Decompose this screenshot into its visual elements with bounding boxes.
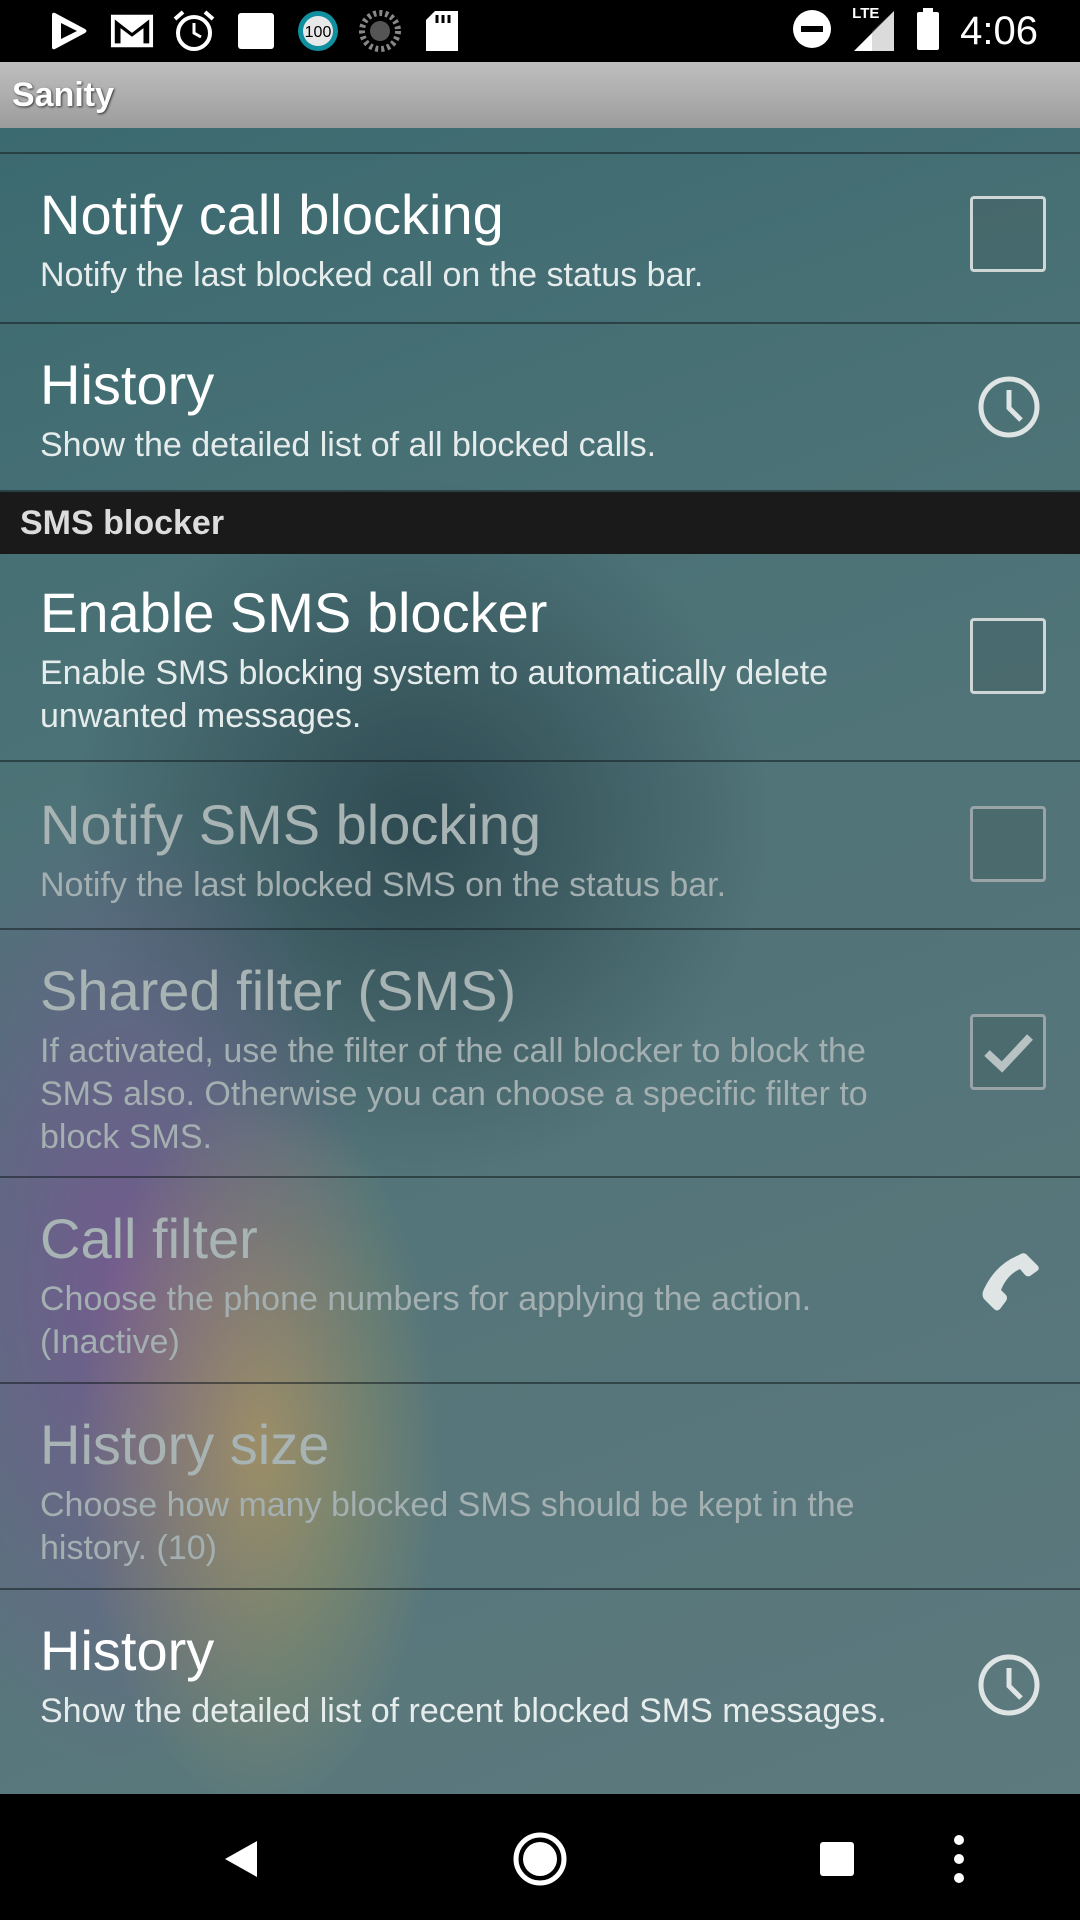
lte-signal-icon: LTE	[852, 5, 896, 53]
pref-title: History	[40, 1619, 215, 1682]
checkmark-icon	[984, 1034, 1033, 1073]
pref-title: History	[40, 353, 215, 416]
recents-icon[interactable]	[802, 1824, 872, 1894]
pref-summary: Choose the phone numbers for applying th…	[40, 1280, 812, 1361]
partial-row-top	[0, 128, 1080, 154]
sd-card-icon	[420, 9, 464, 53]
pref-call-history[interactable]: History Show the detailed list of all bl…	[0, 324, 1080, 492]
phone-icon	[974, 1246, 1044, 1316]
play-store-icon	[48, 9, 92, 53]
pref-history-size[interactable]: History size Choose how many blocked SMS…	[0, 1384, 1080, 1590]
category-label: SMS blocker	[20, 503, 225, 542]
shared-filter-checkbox[interactable]	[970, 1014, 1046, 1090]
notify-sms-checkbox[interactable]	[970, 806, 1046, 882]
gmail-icon	[110, 9, 154, 53]
pref-title: Call filter	[40, 1207, 258, 1270]
pref-notify-call-blocking[interactable]: Notify call blocking Notify the last blo…	[0, 154, 1080, 324]
pref-title: Notify SMS blocking	[40, 793, 542, 856]
pref-sms-history[interactable]: History Show the detailed list of recent…	[0, 1590, 1080, 1794]
back-icon[interactable]	[206, 1824, 276, 1894]
status-bar: 100 LTE 4:06	[0, 0, 1080, 62]
pref-summary: Show the detailed list of all blocked ca…	[40, 426, 657, 464]
lte-label: LTE	[852, 5, 880, 22]
home-icon[interactable]	[505, 1824, 575, 1894]
pref-summary: Choose how many blocked SMS should be ke…	[40, 1486, 855, 1567]
navigation-bar	[0, 1794, 1080, 1920]
system-icons: LTE 4:06	[792, 5, 1038, 55]
square-icon	[234, 9, 278, 53]
clock-icon	[974, 372, 1044, 442]
pref-call-filter[interactable]: Call filter Choose the phone numbers for…	[0, 1178, 1080, 1384]
pref-summary: Notify the last blocked SMS on the statu…	[40, 866, 727, 904]
notify-call-checkbox[interactable]	[970, 196, 1046, 272]
app-title: Sanity	[12, 75, 115, 114]
clock-time: 4:06	[960, 8, 1038, 53]
clock-icon	[974, 1650, 1044, 1720]
pref-title: Shared filter (SMS)	[40, 959, 517, 1022]
battery-icon	[916, 7, 940, 55]
pref-enable-sms-blocker[interactable]: Enable SMS blocker Enable SMS blocking s…	[0, 554, 1080, 762]
pref-summary: Enable SMS blocking system to automatica…	[40, 654, 829, 735]
pref-title: History size	[40, 1413, 330, 1476]
overflow-menu-icon[interactable]	[924, 1824, 994, 1894]
preferences-list[interactable]: Notify call blocking Notify the last blo…	[0, 128, 1080, 1794]
app-bar: Sanity	[0, 62, 1080, 128]
badge-100-icon: 100	[296, 9, 340, 53]
svg-text:100: 100	[305, 24, 332, 41]
pref-summary: If activated, use the filter of the call…	[40, 1032, 868, 1156]
category-sms-blocker: SMS blocker	[0, 492, 1080, 554]
pref-summary: Show the detailed list of recent blocked…	[40, 1692, 887, 1730]
do-not-disturb-icon	[792, 9, 832, 54]
sync-icon	[358, 9, 402, 53]
pref-notify-sms-blocking[interactable]: Notify SMS blocking Notify the last bloc…	[0, 762, 1080, 930]
notification-icons: 100	[48, 9, 464, 53]
alarm-icon	[172, 9, 216, 53]
pref-title: Notify call blocking	[40, 183, 504, 246]
pref-summary: Notify the last blocked call on the stat…	[40, 256, 704, 294]
pref-title: Enable SMS blocker	[40, 581, 548, 644]
enable-sms-checkbox[interactable]	[970, 618, 1046, 694]
pref-shared-filter-sms[interactable]: Shared filter (SMS) If activated, use th…	[0, 930, 1080, 1178]
